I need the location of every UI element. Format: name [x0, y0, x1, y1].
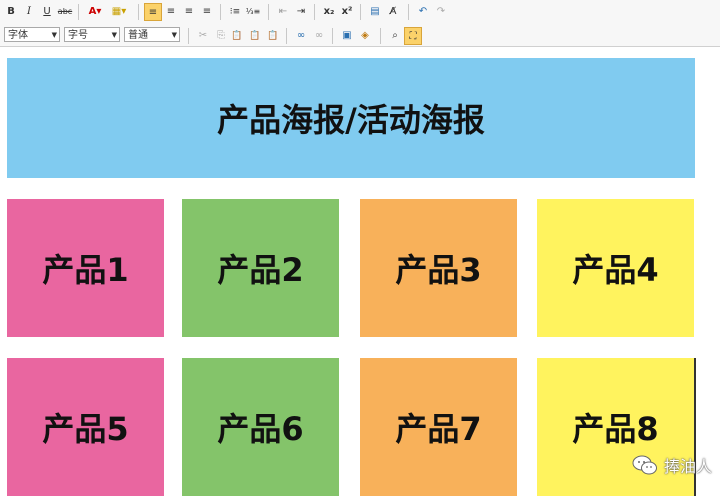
tile-label: 产品3: [395, 251, 482, 289]
image-icon[interactable]: ▣: [338, 27, 356, 45]
toolbar-separator: [286, 28, 287, 44]
tile-label: 产品7: [395, 410, 482, 448]
paste-text-icon[interactable]: 📋: [246, 27, 264, 45]
font-family-select[interactable]: 字体 ▼: [4, 27, 60, 42]
toolbar-separator: [360, 4, 361, 20]
find-icon[interactable]: ⌕: [386, 27, 404, 45]
highlight-color-button[interactable]: ▦▾: [108, 3, 130, 21]
bulleted-list-button[interactable]: ⁝≡: [226, 3, 244, 21]
align-center-button[interactable]: ≡: [162, 3, 180, 21]
product-tile-7: 产品7: [360, 358, 517, 496]
maximize-icon[interactable]: ⛶: [404, 27, 422, 45]
outdent-button[interactable]: ⇤: [274, 3, 292, 21]
align-right-button[interactable]: ≡: [180, 3, 198, 21]
paragraph-style-select[interactable]: 普通 ▼: [124, 27, 180, 42]
toolbar-row-2: 字体 ▼ 字号 ▼ 普通 ▼ ✂ ⎘ 📋 📋 📋 ∞ ∞ ▣ ◈ ⌕ ⛶: [0, 24, 720, 46]
product-tile-5: 产品5: [7, 358, 164, 496]
toolbar-separator: [188, 28, 189, 44]
superscript-button[interactable]: x²: [338, 3, 356, 21]
toolbar-separator: [220, 4, 221, 20]
product-tile-1: 产品1: [7, 199, 164, 337]
toolbar-separator: [332, 28, 333, 44]
watermark-text: 捧油人: [663, 457, 712, 476]
media-icon[interactable]: ◈: [356, 27, 374, 45]
strikethrough-button[interactable]: abc: [56, 3, 74, 21]
font-size-select[interactable]: 字号 ▼: [64, 27, 120, 42]
unlink-icon[interactable]: ∞: [310, 27, 328, 45]
font-family-value: 字体: [8, 30, 28, 41]
product-tile-2: 产品2: [182, 199, 339, 337]
toolbar-separator: [268, 4, 269, 20]
wechat-icon: [632, 455, 657, 475]
editor-right-gutter: [698, 47, 720, 503]
poster-banner: 产品海报/活动海报: [7, 58, 695, 178]
format-button[interactable]: ▤: [366, 3, 384, 21]
indent-button[interactable]: ⇥: [292, 3, 310, 21]
align-left-button[interactable]: ≡: [144, 3, 162, 21]
font-size-value: 字号: [68, 30, 88, 41]
chevron-down-icon: ▼: [51, 31, 57, 39]
toolbar-separator: [78, 4, 79, 20]
bold-button[interactable]: B: [2, 3, 20, 21]
tile-label: 产品1: [42, 251, 129, 289]
tile-label: 产品4: [572, 251, 659, 289]
cut-icon[interactable]: ✂: [194, 27, 212, 45]
tile-label: 产品6: [217, 410, 304, 448]
undo-button[interactable]: ↶: [414, 3, 432, 21]
toolbar-row-1: B I U abc A▾ ▦▾ ≡ ≡ ≡ ≡ ⁝≡ ⅓≡ ⇤ ⇥ x₂ x² …: [0, 0, 720, 24]
chevron-down-icon: ▼: [171, 31, 177, 39]
font-color-button[interactable]: A▾: [84, 3, 106, 21]
paste-word-icon[interactable]: 📋: [264, 27, 282, 45]
product-tile-3: 产品3: [360, 199, 517, 337]
paste-icon[interactable]: 📋: [228, 27, 246, 45]
toolbar-separator: [380, 28, 381, 44]
toolbar-separator: [314, 4, 315, 20]
watermark: 捧油人: [632, 453, 712, 477]
chevron-down-icon: ▼: [111, 31, 117, 39]
editor-toolbar: B I U abc A▾ ▦▾ ≡ ≡ ≡ ≡ ⁝≡ ⅓≡ ⇤ ⇥ x₂ x² …: [0, 0, 720, 47]
subscript-button[interactable]: x₂: [320, 3, 338, 21]
clear-format-button[interactable]: A̸: [384, 3, 402, 21]
product-tile-6: 产品6: [182, 358, 339, 496]
product-tile-4: 产品4: [537, 199, 694, 337]
tile-label: 产品5: [42, 410, 129, 448]
banner-text: 产品海报/活动海报: [217, 101, 485, 139]
redo-button[interactable]: ↷: [432, 3, 450, 21]
paragraph-style-value: 普通: [128, 30, 148, 41]
tile-label: 产品8: [572, 410, 659, 448]
numbered-list-button[interactable]: ⅓≡: [244, 3, 262, 21]
link-icon[interactable]: ∞: [292, 27, 310, 45]
toolbar-separator: [408, 4, 409, 20]
underline-button[interactable]: U: [38, 3, 56, 21]
tile-label: 产品2: [217, 251, 304, 289]
toolbar-separator: [138, 4, 139, 20]
italic-button[interactable]: I: [20, 3, 38, 21]
align-justify-button[interactable]: ≡: [198, 3, 216, 21]
